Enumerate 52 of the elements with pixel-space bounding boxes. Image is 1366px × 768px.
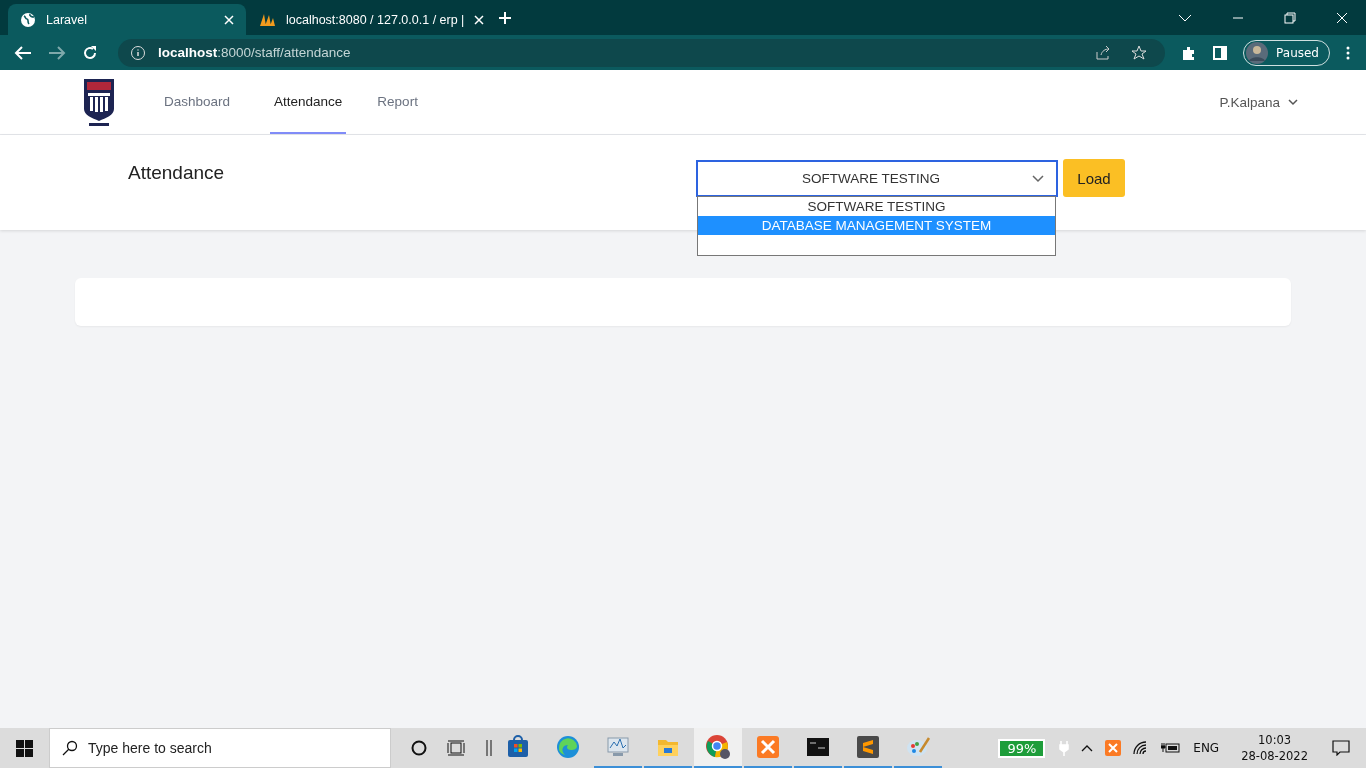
xampp-tray-icon[interactable] (1105, 740, 1122, 756)
chevron-down-icon[interactable] (1288, 98, 1298, 106)
globe-icon (20, 11, 36, 28)
taskbar-app[interactable] (694, 728, 742, 768)
monitor-chart-icon (605, 735, 631, 759)
close-icon[interactable] (474, 14, 485, 25)
sublime-icon (856, 735, 880, 759)
caret-up-icon[interactable] (1081, 744, 1094, 752)
load-button[interactable]: Load (1063, 159, 1125, 197)
crest-logo-icon[interactable] (82, 77, 116, 127)
info-icon (130, 44, 146, 61)
clock-date[interactable]: 28-08-2022 (1241, 748, 1308, 764)
avatar-icon (1246, 41, 1269, 64)
nav-link[interactable]: Report (371, 70, 433, 134)
nav-link[interactable]: Dashboard (158, 70, 246, 134)
user-menu[interactable]: P.Kalpana (1219, 70, 1280, 134)
star-icon[interactable] (1131, 44, 1148, 61)
chevron-down-icon (1032, 174, 1044, 183)
terminal-icon (806, 736, 830, 758)
subject-select[interactable]: SOFTWARE TESTING (696, 160, 1058, 197)
browser-tab[interactable]: localhost:8080 / 127.0.0.1 / erp | (246, 4, 484, 35)
forward-icon[interactable] (48, 44, 66, 61)
close-icon[interactable] (224, 14, 234, 25)
chevron-down-icon[interactable] (1178, 12, 1192, 23)
notification-icon[interactable] (1332, 740, 1350, 756)
windows-start-icon[interactable] (16, 739, 33, 757)
back-icon[interactable] (14, 44, 32, 61)
new-tab-icon[interactable] (498, 10, 512, 25)
share-icon[interactable] (1095, 44, 1112, 61)
restore-icon[interactable] (1284, 11, 1296, 24)
taskbar-search-field[interactable]: Type here to search (49, 728, 391, 768)
battery-charging-icon[interactable] (1161, 741, 1182, 755)
cortana-icon[interactable] (411, 740, 427, 756)
task-view-icon[interactable] (447, 740, 465, 756)
paint-palette-icon (905, 735, 931, 759)
battery-percentage[interactable]: 99% (998, 738, 1046, 758)
more-icon[interactable] (1346, 45, 1350, 60)
language-indicator[interactable]: ENG (1193, 741, 1220, 755)
close-icon[interactable] (1336, 11, 1348, 24)
address-bar[interactable]: localhost:8000/staff/attendance (118, 38, 1166, 67)
dropdown-option[interactable]: SOFTWARE TESTING (698, 197, 1055, 216)
browser-tab[interactable]: Laravel (8, 4, 246, 35)
pipe-icon[interactable] (485, 739, 493, 757)
xampp-icon (756, 735, 780, 759)
edge-swirl-icon (556, 735, 580, 759)
chrome-icon (705, 734, 731, 760)
side-panel-icon[interactable] (1213, 45, 1228, 60)
page-title: Attendance (128, 162, 225, 184)
search-icon (62, 740, 78, 756)
reload-icon[interactable] (82, 44, 98, 61)
store-bag-icon (506, 735, 530, 759)
clock-time[interactable]: 10:03 (1258, 732, 1292, 748)
